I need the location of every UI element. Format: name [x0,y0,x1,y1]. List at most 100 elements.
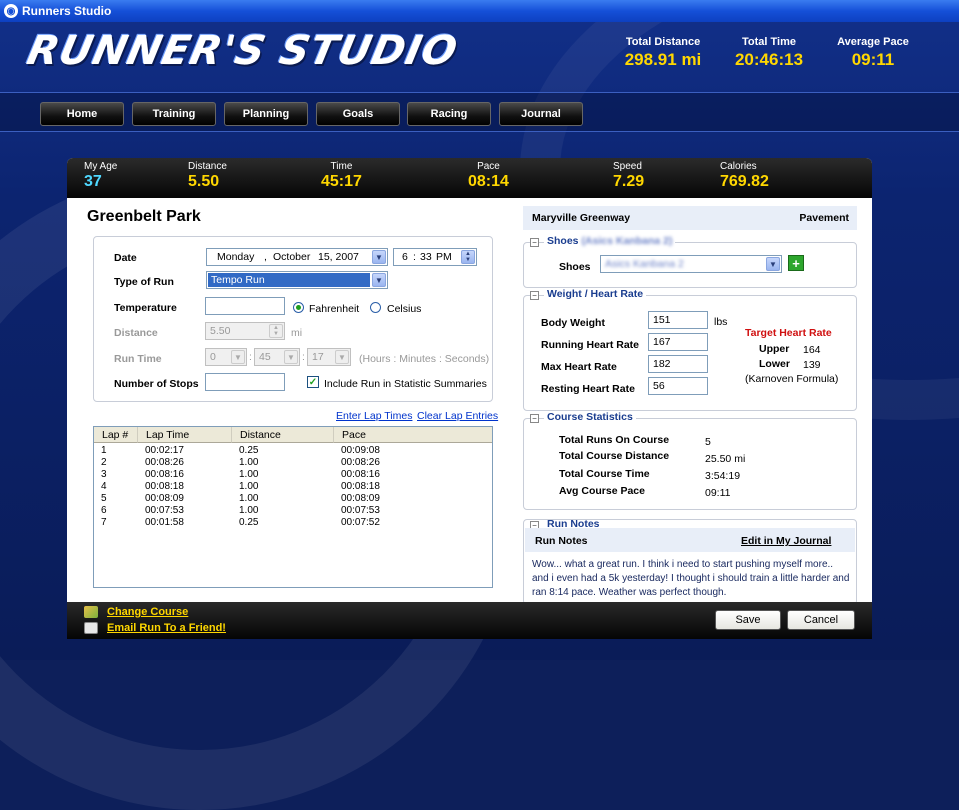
run-time-colon-1: : [249,351,252,363]
collapse-icon[interactable]: − [530,414,539,423]
running-heart-rate-input[interactable]: 167 [648,333,708,351]
edit-in-journal-link[interactable]: Edit in My Journal [741,535,831,547]
distance-unit: mi [291,327,303,339]
number-of-stops-input[interactable] [205,373,285,391]
stat-my-age: My Age 37 [84,161,118,190]
include-in-stats-checkbox[interactable]: ✓ [307,376,319,388]
dropdown-arrow-icon[interactable]: ▼ [372,273,386,287]
lower-value: 139 [803,359,821,371]
lap-table-header-distance[interactable]: Distance [232,427,334,443]
target-heart-rate-title: Target Heart Rate [745,327,832,339]
dropdown-arrow-icon[interactable]: ▼ [231,350,245,364]
type-of-run-select[interactable]: Tempo Run ▼ [206,271,388,289]
include-in-stats-label: Include Run in Statistic Summaries [324,378,487,390]
nav-training-button[interactable]: Training [132,102,216,126]
map-icon [84,606,98,618]
lap-table-header-lap-time[interactable]: Lap Time [138,427,232,443]
clear-lap-entries-link[interactable]: Clear Lap Entries [417,410,498,422]
upper-value: 164 [803,344,821,356]
resting-heart-rate-label: Resting Heart Rate [541,383,635,395]
date-day: 15, 2007 [318,251,359,263]
avg-pace-value: 09:11 [705,487,731,499]
distance-input[interactable]: 5.50 ▲ ▼ [205,322,285,340]
nav-home-button[interactable]: Home [40,102,124,126]
spinner-icon[interactable]: ▲ ▼ [269,324,283,338]
upper-label: Upper [759,343,790,355]
resting-heart-rate-input[interactable]: 56 [648,377,708,395]
dropdown-arrow-icon[interactable]: ▼ [372,250,386,264]
run-time-hours[interactable]: 0 ▼ [205,348,247,366]
formula-label: (Karnoven Formula) [745,373,839,385]
max-heart-rate-input[interactable]: 182 [648,355,708,373]
table-row[interactable]: 5 00:08:09 1.00 00:08:09 [94,493,492,505]
body-weight-input[interactable]: 151 [648,311,708,329]
spinner-icon[interactable]: ▲ ▼ [461,250,475,264]
temperature-label: Temperature [114,302,177,314]
shoes-select[interactable]: Asics Kanbana 2 ▼ [600,255,782,273]
run-time-minutes[interactable]: 45 ▼ [254,348,300,366]
body-weight-label: Body Weight [541,317,605,329]
stat-distance: Distance 5.50 [188,161,227,190]
avg-pace-label: Avg Course Pace [559,485,645,497]
dropdown-arrow-icon[interactable]: ▼ [335,350,349,364]
run-notes-group: − Run Notes Run Notes Edit in My Journal… [523,519,857,605]
table-row[interactable]: 2 00:08:26 1.00 00:08:26 [94,457,492,469]
change-course-link[interactable]: Change Course [107,606,188,618]
mail-icon [84,622,98,634]
stat-pace: Pace 08:14 [468,161,509,190]
run-notes-header-label: Run Notes [535,535,588,547]
lap-table-header-pace[interactable]: Pace [334,427,492,443]
lap-table-header-lap[interactable]: Lap # [94,427,138,443]
cancel-button[interactable]: Cancel [787,610,855,630]
time-ampm: PM [436,251,452,263]
table-row[interactable]: 7 00:01:58 0.25 00:07:52 [94,517,492,529]
nav-goals-button[interactable]: Goals [316,102,400,126]
nav-journal-button[interactable]: Journal [499,102,583,126]
enter-lap-times-link[interactable]: Enter Lap Times [336,410,412,422]
dropdown-arrow-icon[interactable]: ▼ [766,257,780,271]
weight-group-title: Weight / Heart Rate [544,288,647,300]
save-button[interactable]: Save [715,610,781,630]
body-weight-unit: lbs [714,316,728,328]
shoes-group: − Shoes (Asics Kanbana 2) Shoes Asics Ka… [523,235,857,288]
max-heart-rate-label: Max Heart Rate [541,361,617,373]
window-titlebar: ◉ Runners Studio [0,0,959,22]
course-name: Maryville Greenway [532,212,631,224]
run-time-seconds[interactable]: 17 ▼ [307,348,351,366]
nav-racing-button[interactable]: Racing [407,102,491,126]
time-picker[interactable]: 6 : 33 PM ▲ ▼ [393,248,477,266]
table-row[interactable]: 3 00:08:16 1.00 00:08:16 [94,469,492,481]
run-stats-bar: My Age 37 Distance 5.50 Time 45:17 Pace 08:1… [67,158,872,198]
total-runs-value: 5 [705,436,711,448]
run-time-label: Run Time [114,353,162,365]
run-notes-text[interactable]: Wow... what a great run. I think i need … [532,558,852,600]
collapse-icon[interactable]: − [530,291,539,300]
date-weekday: Monday [217,251,255,263]
temperature-input[interactable] [205,297,285,315]
collapse-icon[interactable]: − [530,238,539,247]
stat-calories: Calories 769.82 [720,161,769,190]
table-row[interactable]: 1 00:02:17 0.25 00:09:08 [94,445,492,457]
celsius-radio[interactable] [370,302,381,313]
run-time-colon-2: : [302,351,305,363]
table-row[interactable]: 6 00:07:53 1.00 00:07:53 [94,505,492,517]
number-of-stops-label: Number of Stops [114,378,199,390]
total-runs-label: Total Runs On Course [559,434,670,446]
total-distance-label: Total Course Distance [559,450,670,462]
celsius-label: Celsius [387,303,422,315]
run-time-hint: (Hours : Minutes : Seconds) [359,353,490,365]
time-minute: 33 [420,251,432,263]
table-row[interactable]: 4 00:08:18 1.00 00:08:18 [94,481,492,493]
date-month: October [273,251,311,263]
add-icon[interactable]: + [788,255,804,271]
date-comma: , [264,251,267,263]
nav-planning-button[interactable]: Planning [224,102,308,126]
time-colon: : [413,251,416,263]
type-of-run-label: Type of Run [114,276,174,288]
email-run-link[interactable]: Email Run To a Friend! [107,622,226,634]
dropdown-arrow-icon[interactable]: ▼ [284,350,298,364]
fahrenheit-radio[interactable] [293,302,304,313]
date-picker[interactable]: Monday , October 15, 2007 ▼ [206,248,388,266]
course-statistics-title: Course Statistics [544,411,636,423]
header-stat-total-time: Total Time 20:46:13 [734,36,804,69]
